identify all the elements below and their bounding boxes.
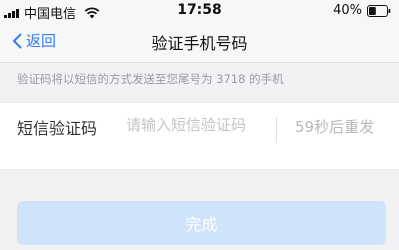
status-right: 40%: [333, 3, 391, 18]
phone-screen: 中国电信 17:58 40% 返回 验证手机号码 验证码将以短信的方式发送至您尾…: [0, 0, 399, 250]
sms-hint-text: 验证码将以短信的方式发送至您尾号为 3718 的手机: [17, 72, 284, 86]
resend-countdown-button[interactable]: 59秒后重发: [295, 116, 374, 137]
code-field-label: 短信验证码: [17, 119, 98, 138]
battery-percent: 40%: [333, 3, 362, 18]
battery-icon: [367, 4, 391, 17]
sms-code-input[interactable]: [126, 114, 258, 162]
navigation-bar: 返回 验证手机号码: [0, 22, 399, 63]
page-title: 验证手机号码: [151, 34, 248, 53]
done-button[interactable]: 完成: [17, 201, 386, 245]
field-divider: [276, 117, 277, 143]
status-bar: 中国电信 17:58 40%: [0, 0, 399, 22]
verification-code-row: 短信验证码 59秒后重发: [0, 102, 399, 170]
